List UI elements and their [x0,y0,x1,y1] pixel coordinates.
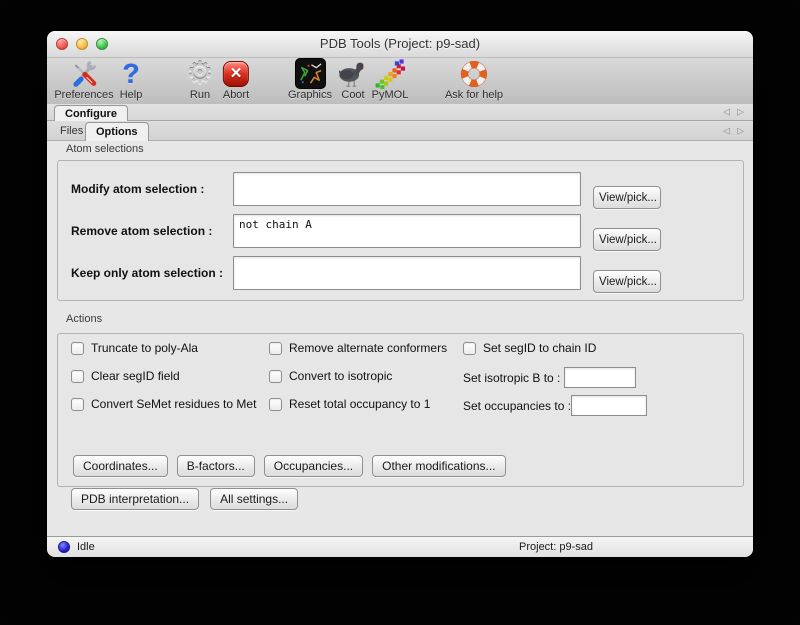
tab-scroll-left-icon[interactable]: ◁ [723,108,730,117]
tools-icon [54,58,113,89]
question-mark-icon: ? [120,58,143,89]
modify-selection-label: Modify atom selection : [71,172,239,206]
checkbox-box[interactable] [463,342,476,355]
checkbox-box[interactable] [269,342,282,355]
stop-x-icon: ✕ [223,58,249,89]
view-pick-button-modify[interactable]: View/pick... [593,186,661,209]
all-settings-button[interactable]: All settings... [210,488,298,510]
set-isotropic-b-label: Set isotropic B to : [463,371,560,385]
actions-group: Truncate to poly-Ala Remove alternate co… [57,333,744,487]
checkbox-box[interactable] [269,398,282,411]
window-title: PDB Tools (Project: p9-sad) [47,36,753,51]
keep-only-selection-label: Keep only atom selection : [71,256,239,290]
tab-configure[interactable]: Configure [54,105,128,121]
atom-selections-section-label: Atom selections [66,143,144,155]
toolbar-ask-for-help-button[interactable]: Ask for help [445,58,503,101]
toolbar: Preferences ? Help ⚙ Run ✕ Abort [47,58,753,105]
toolbar-label: Run [187,89,214,101]
keep-only-selection-input[interactable] [233,256,581,290]
files-options-tab-bar: Files Options ◁ ▷ [47,121,753,141]
checkbox-clear-segid-field[interactable]: Clear segID field [71,369,180,383]
tab-scroll-left-icon[interactable]: ◁ [723,126,730,135]
coot-bird-icon [336,58,370,89]
pdb-interpretation-button[interactable]: PDB interpretation... [71,488,199,510]
checkbox-box[interactable] [71,342,84,355]
checkbox-convert-to-isotropic[interactable]: Convert to isotropic [269,369,392,383]
toolbar-label: Help [120,89,143,101]
toolbar-pymol-button[interactable]: PyMOL [372,58,409,101]
checkbox-set-segid-to-chain-id[interactable]: Set segID to chain ID [463,341,596,355]
molecule-graphics-icon [288,58,332,89]
set-occupancies-label: Set occupancies to : [463,399,571,413]
tab-options[interactable]: Options [85,122,149,141]
set-occupancies-input[interactable] [571,395,647,416]
status-indicator-icon [58,541,70,553]
remove-selection-label: Remove atom selection : [71,214,239,248]
project-label: Project: p9-sad [519,541,593,553]
toolbar-label: Graphics [288,89,332,101]
lifebuoy-icon [445,58,503,89]
b-factors-button[interactable]: B-factors... [177,455,255,477]
status-text: Idle [77,541,95,553]
tab-pager: ◁ ▷ [723,108,744,117]
rainbow-ribbon-icon [372,58,409,89]
occupancies-button[interactable]: Occupancies... [264,455,363,477]
toolbar-graphics-button[interactable]: Graphics [288,58,332,101]
gear-icon: ⚙ [187,58,214,89]
toolbar-label: Abort [223,89,249,101]
checkbox-reset-total-occupancy[interactable]: Reset total occupancy to 1 [269,397,430,411]
modify-selection-input[interactable] [233,172,581,206]
actions-section-label: Actions [66,313,102,325]
other-modifications-button[interactable]: Other modifications... [372,455,505,477]
toolbar-coot-button[interactable]: Coot [336,58,370,101]
checkbox-box[interactable] [71,398,84,411]
tab-scroll-right-icon[interactable]: ▷ [737,126,744,135]
tab-files[interactable]: Files [54,121,89,140]
checkbox-box[interactable] [269,370,282,383]
tab-pager: ◁ ▷ [723,126,744,135]
view-pick-button-keep-only[interactable]: View/pick... [593,270,661,293]
set-isotropic-b-input[interactable] [564,367,636,388]
status-bar: Idle Project: p9-sad [47,536,753,557]
toolbar-label: Coot [336,89,370,101]
configure-tab-bar: Configure ◁ ▷ [47,104,753,121]
pdb-tools-window: PDB Tools (Project: p9-sad) Preferences … [47,31,753,557]
title-bar: PDB Tools (Project: p9-sad) [47,31,753,58]
atom-selections-group: Modify atom selection : View/pick... Rem… [57,160,744,301]
coordinates-button[interactable]: Coordinates... [73,455,168,477]
toolbar-label: Ask for help [445,89,503,101]
toolbar-run-button[interactable]: ⚙ Run [187,58,214,101]
toolbar-label: PyMOL [372,89,409,101]
toolbar-label: Preferences [54,89,113,101]
view-pick-button-remove[interactable]: View/pick... [593,228,661,251]
checkbox-remove-alternate-conformers[interactable]: Remove alternate conformers [269,341,447,355]
remove-selection-input[interactable]: not chain A [233,214,581,248]
checkbox-box[interactable] [71,370,84,383]
checkbox-truncate-poly-ala[interactable]: Truncate to poly-Ala [71,341,198,355]
toolbar-help-button[interactable]: ? Help [120,58,143,101]
toolbar-abort-button[interactable]: ✕ Abort [223,58,249,101]
checkbox-convert-semet-to-met[interactable]: Convert SeMet residues to Met [71,397,256,411]
toolbar-preferences-button[interactable]: Preferences [54,58,113,101]
tab-scroll-right-icon[interactable]: ▷ [737,108,744,117]
